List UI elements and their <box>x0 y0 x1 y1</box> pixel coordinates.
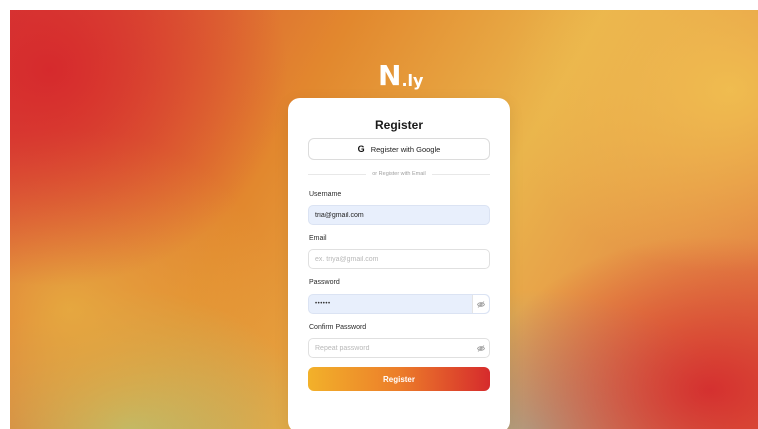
confirm-password-placeholder: Repeat password <box>315 344 370 352</box>
google-register-label: Register with Google <box>370 144 441 154</box>
logo-mark: N <box>378 59 401 92</box>
password-input[interactable]: •••••• <box>308 294 490 314</box>
confirm-password-label: Confirm Password <box>309 324 367 331</box>
divider-text: or Register with Email <box>372 171 426 177</box>
google-g-icon: G <box>357 144 365 154</box>
divider: or Register with Email <box>308 169 490 179</box>
google-register-button[interactable]: G Register with Google <box>308 138 490 160</box>
email-placeholder: ex. triya@gmail.com <box>315 255 379 263</box>
email-label: Email <box>309 235 327 242</box>
password-label: Password <box>309 279 340 286</box>
confirm-password-input[interactable]: Repeat password <box>308 338 490 358</box>
brand-logo: N .ly <box>378 60 423 90</box>
username-value: tria@gmail.com <box>315 211 364 219</box>
logo-suffix: .ly <box>401 71 424 90</box>
username-label: Username <box>309 191 342 198</box>
register-submit-button[interactable]: Register <box>308 367 490 391</box>
email-input[interactable]: ex. triya@gmail.com <box>308 249 490 269</box>
username-input[interactable]: tria@gmail.com <box>308 205 490 225</box>
eye-off-icon <box>477 344 485 352</box>
background-canvas: N .ly Register G Register with Google or… <box>10 10 758 429</box>
register-card: Register G Register with Google or Regis… <box>288 98 510 429</box>
eye-off-icon <box>477 300 485 308</box>
password-value: •••••• <box>315 301 331 307</box>
password-visibility-toggle[interactable] <box>472 295 489 313</box>
form-title: Register <box>374 118 424 132</box>
divider-line-right <box>431 173 490 175</box>
confirm-password-visibility-toggle[interactable] <box>473 339 489 357</box>
divider-line-left <box>308 173 367 175</box>
